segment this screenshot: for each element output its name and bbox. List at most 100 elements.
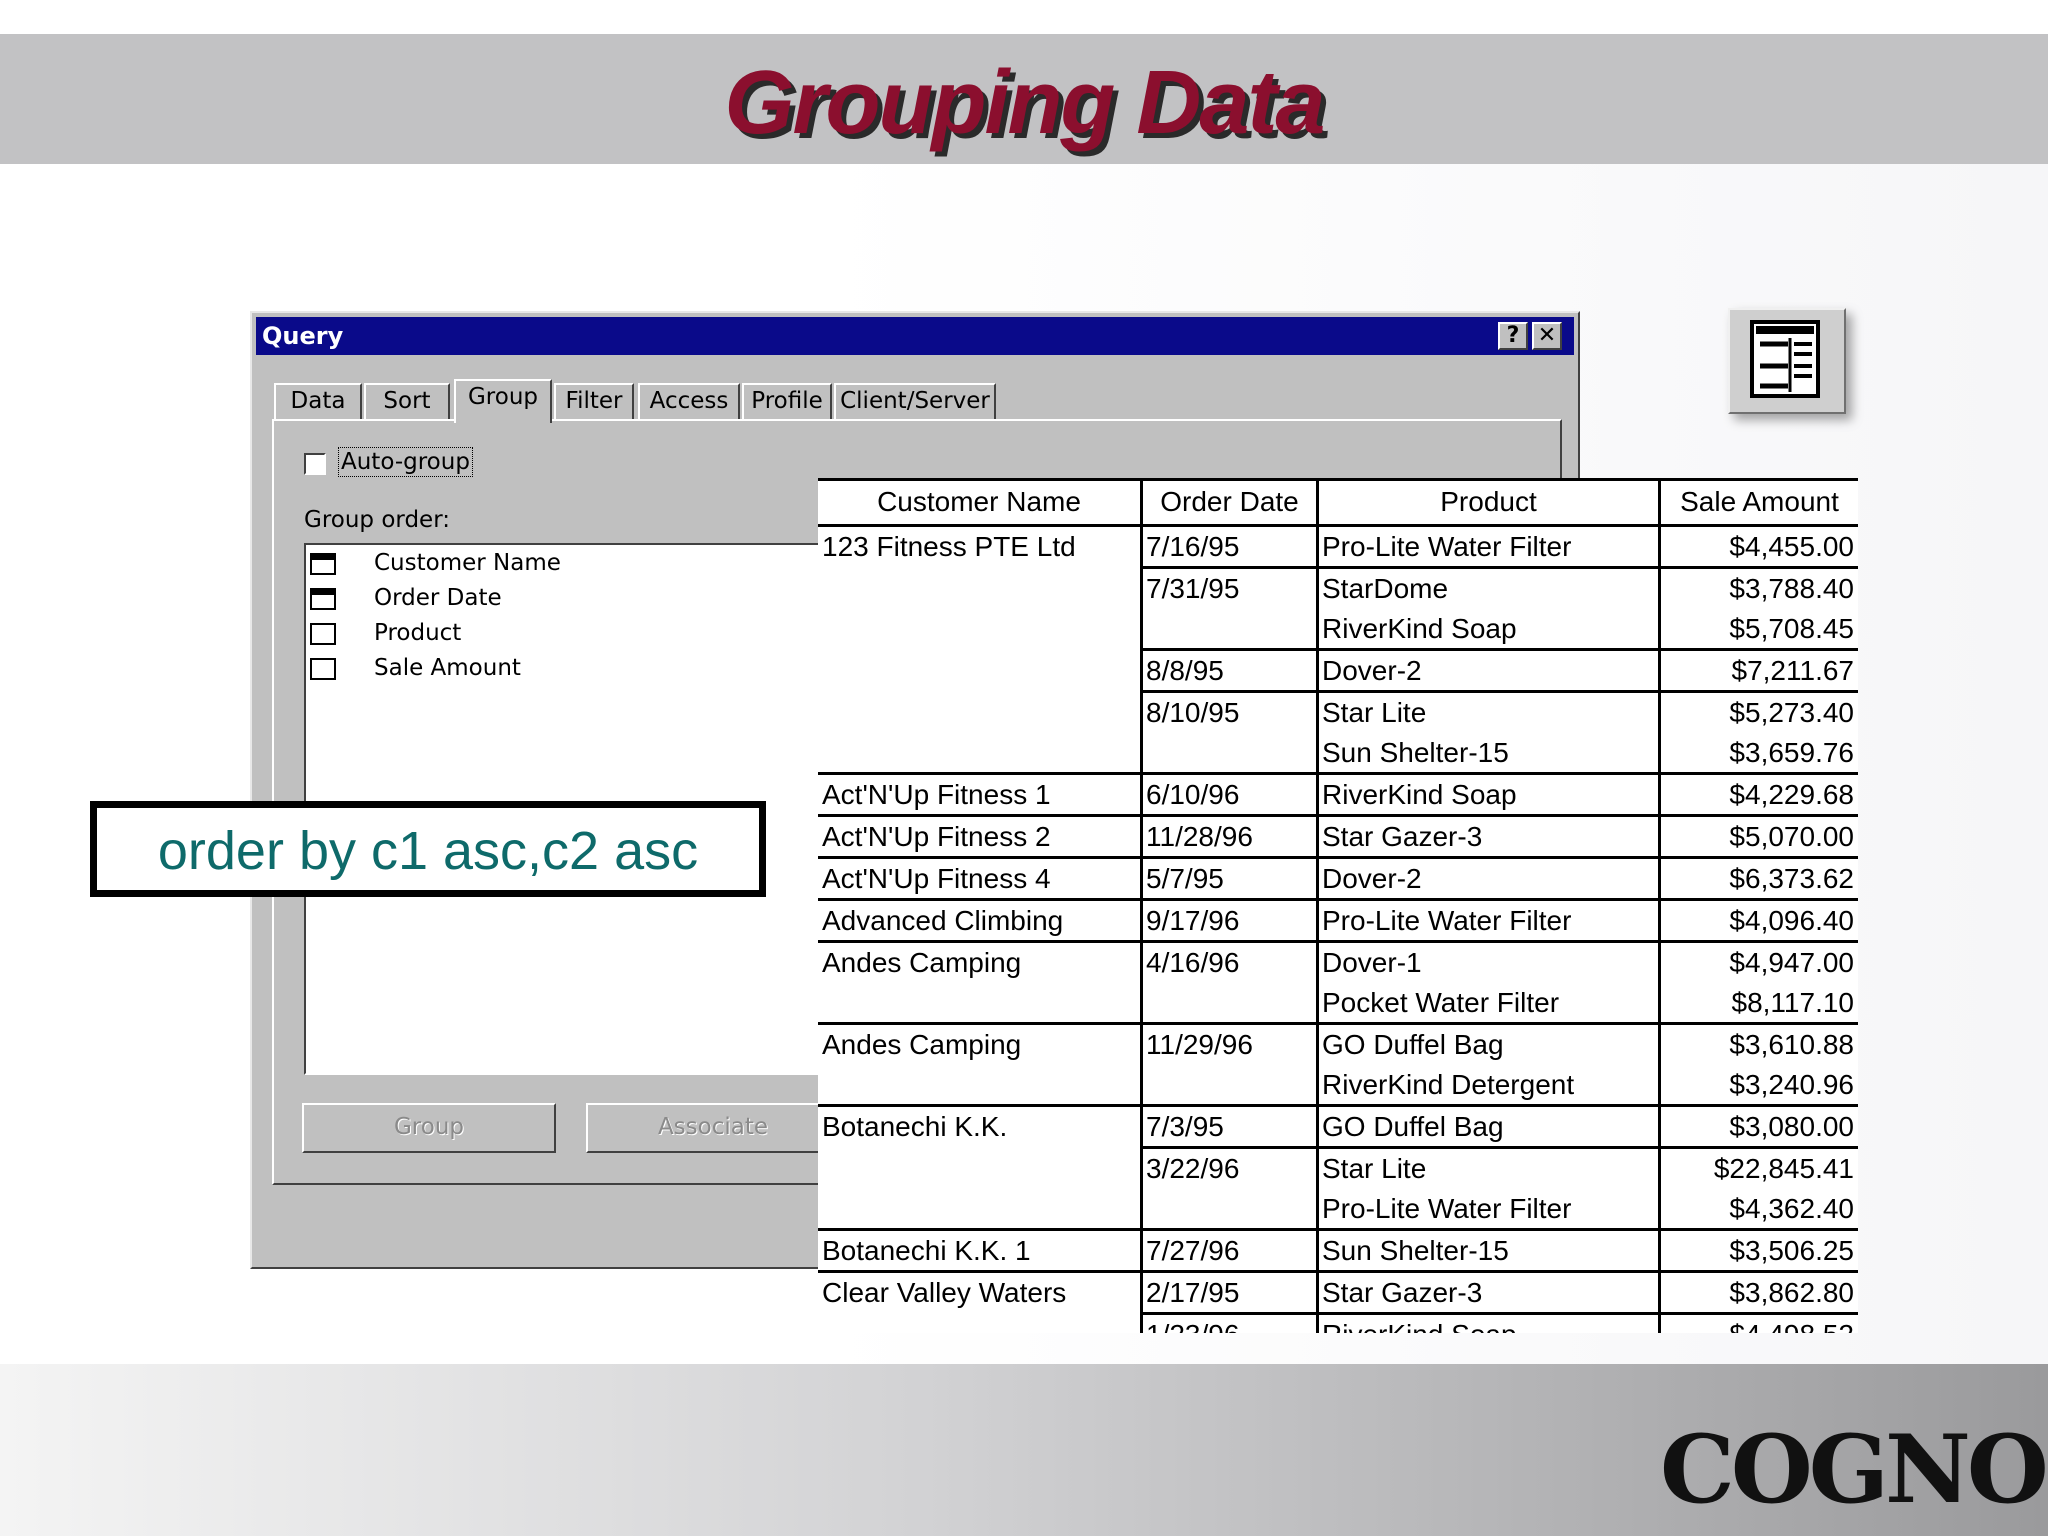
group-order-label: Group order: (304, 507, 451, 533)
cell-order-date: 9/17/96 (1146, 905, 1240, 936)
cell-sale-amount: $5,070.00 (1729, 821, 1854, 852)
group-field-icon (310, 553, 336, 575)
group-report-icon[interactable] (1728, 308, 1846, 414)
date-group-rule (1140, 1146, 1858, 1149)
cell-product: StarDome (1322, 573, 1449, 604)
cell-customer: Act'N'Up Fitness 1 (822, 779, 1051, 810)
cell-product: Pro-Lite Water Filter (1322, 905, 1572, 936)
group-button[interactable]: Group (302, 1103, 556, 1153)
date-group-rule (1140, 648, 1858, 651)
close-button[interactable]: ✕ (1532, 322, 1562, 350)
cell-sale-amount: $4,455.00 (1729, 531, 1854, 562)
cell-sale-amount: $6,373.62 (1729, 863, 1854, 894)
date-group-rule (1140, 690, 1858, 693)
group-field-icon (310, 588, 336, 610)
cell-order-date: 7/3/95 (1146, 1111, 1224, 1142)
cell-order-date: 5/7/95 (1146, 863, 1224, 894)
cell-order-date: 2/17/95 (1146, 1277, 1240, 1308)
cell-product: Star Gazer-3 (1322, 1277, 1483, 1308)
cell-product: GO Duffel Bag (1322, 1111, 1504, 1142)
date-group-rule (1140, 1312, 1858, 1315)
cell-customer: Act'N'Up Fitness 4 (822, 863, 1051, 894)
cell-sale-amount: $4,498.52 (1664, 1319, 1854, 1333)
tab-group[interactable]: Group (454, 379, 552, 423)
cell-product: Pro-Lite Water Filter (1322, 531, 1572, 562)
cell-customer: Act'N'Up Fitness 2 (822, 821, 1051, 852)
table-top-rule (818, 478, 1858, 481)
cell-order-date: 7/31/95 (1146, 573, 1240, 604)
cell-order-date: 8/8/95 (1146, 655, 1224, 686)
cell-order-date: 11/28/96 (1146, 821, 1253, 852)
header-sale-amount: Sale Amount (1680, 486, 1839, 517)
tab-access[interactable]: Access (638, 383, 740, 419)
customer-group-rule (818, 772, 1858, 775)
list-item-label: Customer Name (374, 550, 561, 576)
cell-sale-amount: $7,211.67 (1731, 655, 1855, 686)
cell-customer: Andes Camping (822, 947, 1022, 978)
cell-customer: Botanechi K.K. 1 (822, 1235, 1031, 1266)
field-icon (310, 623, 336, 645)
cell-product: Dover-1 (1322, 947, 1422, 978)
cell-order-date: 8/10/95 (1146, 697, 1240, 728)
cognos-logo: COGNOS® (1660, 1420, 2048, 1520)
customer-group-rule (818, 814, 1858, 817)
cell-order-date: 11/29/96 (1146, 1029, 1253, 1060)
cell-product: Sun Shelter-15 (1322, 1235, 1509, 1266)
customer-group-rule (818, 1270, 1858, 1273)
tab-profile[interactable]: Profile (742, 383, 832, 419)
cell-product: Sun Shelter-15 (1322, 737, 1509, 768)
cell-product: Pocket Water Filter (1322, 987, 1560, 1018)
dialog-titlebar[interactable]: Query ? ✕ (256, 317, 1574, 355)
cell-sale-amount: $4,362.40 (1729, 1193, 1854, 1224)
cell-order-date: 3/22/96 (1146, 1153, 1240, 1184)
cell-order-date: 7/16/95 (1146, 531, 1240, 562)
list-item-label: Sale Amount (374, 655, 521, 681)
cell-sale-amount: $5,708.45 (1729, 613, 1854, 644)
list-item-label: Order Date (374, 585, 502, 611)
cell-product: GO Duffel Bag (1322, 1029, 1504, 1060)
cell-product: Dover-2 (1322, 655, 1422, 686)
tab-filter[interactable]: Filter (554, 383, 634, 419)
customer-group-rule (818, 1228, 1858, 1231)
group-report-glyph (1750, 320, 1820, 398)
cell-order-date: 6/10/96 (1146, 779, 1240, 810)
annotation-box: order by c1 asc,c2 asc (90, 801, 766, 897)
cell-product: Dover-2 (1322, 863, 1422, 894)
cell-sale-amount: $3,080.00 (1729, 1111, 1854, 1142)
cell-sale-amount: $4,229.68 (1729, 779, 1854, 810)
slide-title: Grouping Data (724, 53, 1326, 153)
header-product: Product (1440, 486, 1537, 517)
dialog-title: Query (262, 322, 344, 350)
cell-product: RiverKind Soap (1322, 613, 1517, 644)
date-group-rule (1140, 566, 1858, 569)
cell-customer: 123 Fitness PTE Ltd (822, 531, 1076, 562)
customer-group-rule (818, 1104, 1858, 1107)
cell-sale-amount: $3,659.76 (1729, 737, 1854, 768)
field-icon (310, 658, 336, 680)
cell-customer: Advanced Climbing (822, 905, 1064, 936)
associate-button[interactable]: Associate (586, 1103, 840, 1153)
auto-group-label[interactable]: Auto-group (338, 447, 473, 477)
cell-order-date: 1/23/96 (1146, 1319, 1314, 1333)
cell-sale-amount: $3,610.88 (1729, 1029, 1854, 1060)
column-divider (1316, 478, 1319, 1333)
customer-group-rule (818, 1022, 1858, 1025)
cell-product: Pro-Lite Water Filter (1322, 1193, 1572, 1224)
header-customer-name: Customer Name (877, 486, 1081, 517)
report-table: Customer Name Order Date Product Sale Am… (818, 478, 1858, 1333)
cell-sale-amount: $3,240.96 (1729, 1069, 1854, 1100)
cell-sale-amount: $3,788.40 (1729, 573, 1854, 604)
auto-group-checkbox[interactable] (304, 453, 326, 475)
column-divider (1140, 478, 1143, 1333)
cell-customer: Clear Valley Waters (822, 1277, 1067, 1308)
tab-sort[interactable]: Sort (364, 383, 450, 419)
tab-data[interactable]: Data (274, 383, 362, 419)
cell-sale-amount: $3,862.80 (1729, 1277, 1854, 1308)
header-rule (818, 524, 1858, 527)
tab-client-server[interactable]: Client/Server (834, 383, 996, 419)
cell-customer: Botanechi K.K. (822, 1111, 1008, 1142)
logo-text: COGNOS (1660, 1415, 2048, 1525)
cell-product: RiverKind Detergent (1322, 1069, 1575, 1100)
cell-customer: Andes Camping (822, 1029, 1022, 1060)
help-button[interactable]: ? (1498, 322, 1528, 350)
